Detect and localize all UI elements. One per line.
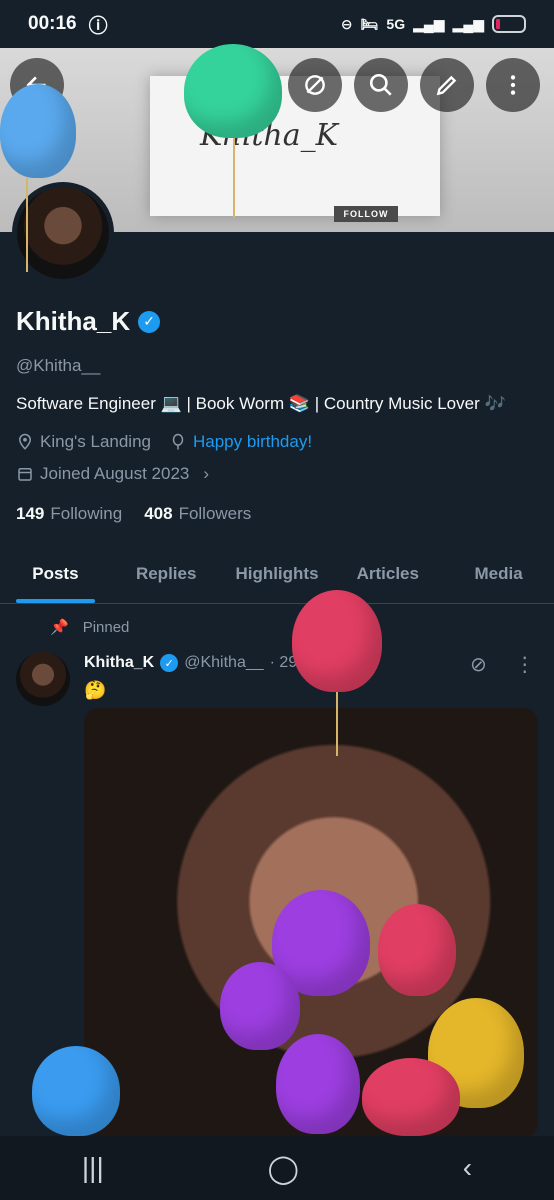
back-nav-button[interactable]: ‹ xyxy=(463,1152,472,1184)
profile-bio: Software Engineer 💻 | Book Worm 📚 | Coun… xyxy=(16,394,506,413)
profile-tabs: Posts Replies Highlights Articles Media xyxy=(0,554,554,604)
balloon-purple-2 xyxy=(220,962,300,1050)
pinned-row: 📌 Pinned xyxy=(50,618,130,637)
balloon-string xyxy=(26,178,28,272)
profile-name: Khitha_K ✓ xyxy=(16,306,161,337)
following-label: Following xyxy=(50,504,123,523)
following-stat[interactable]: 149 Following xyxy=(16,504,122,524)
grok-button[interactable] xyxy=(288,58,342,112)
profile-location-row: King's Landing Happy birthday! xyxy=(16,432,312,452)
balloon-string xyxy=(233,138,235,218)
post-header: Khitha_K ✓ @Khitha__ · 29 Jan xyxy=(84,654,327,672)
balloon-blue-bottom xyxy=(32,1046,120,1136)
signal-icon-2: ▂▄▆ xyxy=(452,15,484,32)
sleep-icon: 🛏 xyxy=(360,15,379,32)
post-actions: ⊘ ⋮ xyxy=(470,652,535,677)
balloon-string xyxy=(336,692,338,756)
balloon-red-3 xyxy=(362,1058,460,1136)
system-nav-bar: ||| ◯ ‹ xyxy=(0,1136,554,1200)
joined-text: Joined August 2023 xyxy=(40,464,190,483)
profile-joined-row[interactable]: Joined August 2023 › xyxy=(16,464,209,484)
banner-follow-label: FOLLOW xyxy=(334,206,398,222)
tab-replies[interactable]: Replies xyxy=(111,554,222,603)
birthday-link[interactable]: Happy birthday! xyxy=(193,432,312,452)
verified-icon: ✓ xyxy=(160,654,179,672)
battery-icon xyxy=(492,15,526,33)
post-handle[interactable]: @Khitha__ xyxy=(184,654,263,672)
edit-button[interactable] xyxy=(420,58,474,112)
followers-count: 408 xyxy=(144,504,173,523)
status-icons: ⊖ 🛏 5G ▂▄▆ ▂▄▆ xyxy=(341,15,526,33)
more-icon[interactable]: ⋮ xyxy=(515,652,535,677)
tab-media[interactable]: Media xyxy=(443,554,554,603)
location-icon xyxy=(18,433,32,450)
balloon-blue-top xyxy=(0,84,76,178)
calendar-icon xyxy=(18,468,32,481)
network-label: 5G xyxy=(386,16,406,32)
pin-icon: 📌 xyxy=(50,619,69,636)
profile-stats: 149 Following 408 Followers xyxy=(16,504,251,524)
search-icon xyxy=(369,73,392,96)
balloon-green xyxy=(184,44,282,138)
grok-icon xyxy=(305,75,325,95)
avatar-image xyxy=(17,187,109,279)
chevron-right-icon: › xyxy=(203,464,210,483)
balloon-red-2 xyxy=(378,904,456,996)
alert-icon: ⓘ xyxy=(88,15,108,37)
home-button[interactable]: ◯ xyxy=(268,1152,299,1185)
balloon-purple-3 xyxy=(276,1034,360,1134)
signal-icon: ▂▄▆ xyxy=(413,15,445,32)
balloon-red xyxy=(292,590,382,692)
verified-icon[interactable]: ✓ xyxy=(138,310,161,333)
followers-label: Followers xyxy=(178,504,252,523)
post-author[interactable]: Khitha_K xyxy=(84,654,154,672)
profile-handle: @Khitha__ xyxy=(16,356,101,375)
balloon-icon xyxy=(172,433,184,450)
status-bar: 00:16 ⓘ ⊖ 🛏 5G ▂▄▆ ▂▄▆ xyxy=(0,0,554,48)
following-count: 149 xyxy=(16,504,45,523)
post-text: 🤔 xyxy=(84,680,107,700)
display-name: Khitha_K xyxy=(16,306,131,336)
status-time: 00:16 xyxy=(28,13,77,34)
pinned-label: Pinned xyxy=(82,618,130,636)
edit-icon xyxy=(436,75,457,96)
search-button[interactable] xyxy=(354,58,408,112)
recent-apps-button[interactable]: ||| xyxy=(82,1152,104,1184)
grok-icon[interactable]: ⊘ xyxy=(470,652,487,677)
location-text: King's Landing xyxy=(40,432,151,451)
tab-posts[interactable]: Posts xyxy=(0,554,111,603)
more-icon xyxy=(510,75,516,95)
more-button[interactable] xyxy=(486,58,540,112)
dnd-icon: ⊖ xyxy=(340,15,353,32)
post-avatar[interactable] xyxy=(16,652,70,706)
followers-stat[interactable]: 408 Followers xyxy=(144,504,251,524)
